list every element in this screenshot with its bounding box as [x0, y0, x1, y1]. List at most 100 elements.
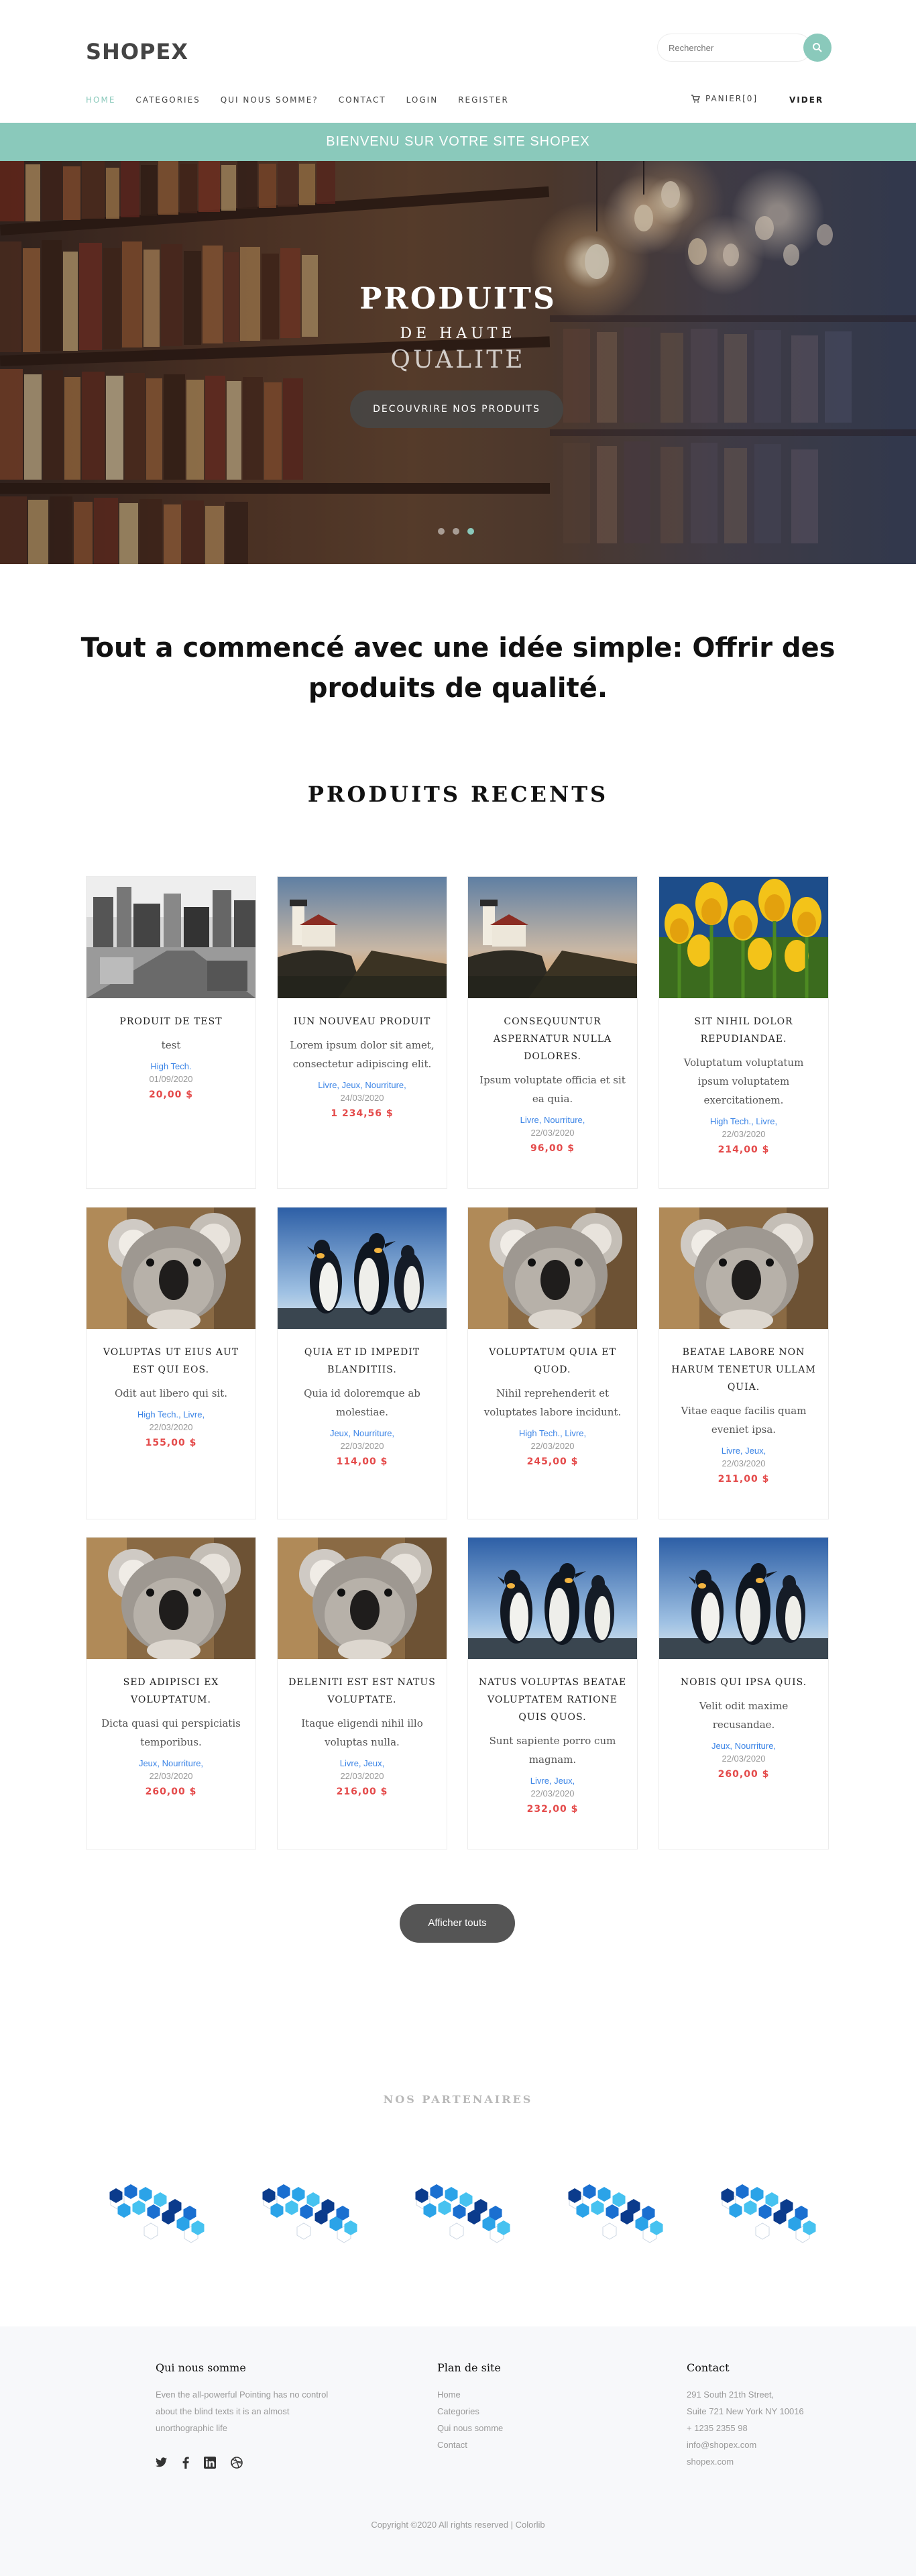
footer-link-categories[interactable]: Categories — [437, 2403, 503, 2420]
show-all-button[interactable]: Afficher touts — [400, 1904, 515, 1943]
product-image — [659, 1208, 828, 1331]
product-image-wrapper[interactable] — [87, 1208, 255, 1331]
recent-products-title: PRODUITS RECENTS — [307, 782, 609, 807]
nav-home[interactable]: HOME — [86, 95, 115, 105]
product-image-wrapper[interactable] — [278, 877, 447, 998]
product-image-wrapper[interactable] — [468, 1538, 637, 1659]
slider-dot-3[interactable] — [467, 528, 474, 535]
facebook-icon[interactable] — [182, 2457, 189, 2469]
product-title[interactable]: IUN NOUVEAU PRODUIT — [287, 1013, 437, 1030]
product-info: SIT NIHIL DOLOR REPUDIANDAE. Voluptatum v… — [659, 998, 828, 1155]
product-title[interactable]: QUIA ET ID IMPEDIT BLANDITIIS. — [287, 1344, 437, 1379]
product-title[interactable]: CONSEQUUNTUR ASPERNATUR NULLA DOLORES. — [477, 1013, 628, 1065]
product-categories[interactable]: High Tech. — [96, 1061, 246, 1071]
product-image-wrapper[interactable] — [659, 1208, 828, 1331]
footer-sitemap: Plan de site Home Categories Qui nous so… — [437, 2361, 503, 2453]
product-categories[interactable]: Jeux, Nourriture, — [96, 1758, 246, 1768]
product-image — [468, 1538, 637, 1659]
product-title[interactable]: SED ADIPISCI EX VOLUPTATUM. — [96, 1674, 246, 1709]
product-card[interactable]: DELENITI EST EST NATUS VOLUPTATE. Itaque … — [277, 1537, 447, 1849]
footer-address-line-1: 291 South 21th Street, — [687, 2390, 775, 2400]
product-categories[interactable]: Livre, Jeux, — [669, 1446, 819, 1456]
product-card[interactable]: CONSEQUUNTUR ASPERNATUR NULLA DOLORES. Ip… — [467, 876, 638, 1189]
product-title[interactable]: NOBIS QUI IPSA QUIS. — [669, 1674, 819, 1691]
product-title[interactable]: PRODUIT DE TEST — [96, 1013, 246, 1030]
product-card[interactable]: QUIA ET ID IMPEDIT BLANDITIIS. Quia id do… — [277, 1207, 447, 1519]
cart-link[interactable]: PANIER[0] — [691, 94, 758, 103]
hero-subtitle-2: QUALITE — [390, 346, 526, 374]
footer-about-text-2: about the blind texts it is an almost — [156, 2406, 290, 2416]
product-categories[interactable]: Livre, Jeux, Nourriture, — [287, 1080, 437, 1090]
partner-logo[interactable] — [257, 2177, 364, 2251]
product-title[interactable]: BEATAE LABORE NON HARUM TENETUR ULLAM QU… — [669, 1344, 819, 1396]
product-card[interactable]: VOLUPTAS UT EIUS AUT EST QUI EOS. Odit au… — [86, 1207, 256, 1519]
product-price: 1 234,56 $ — [331, 1108, 394, 1119]
product-card[interactable]: SED ADIPISCI EX VOLUPTATUM. Dicta quasi q… — [86, 1537, 256, 1849]
product-image-wrapper[interactable] — [659, 877, 828, 998]
product-categories[interactable]: Livre, Nourriture, — [477, 1115, 628, 1125]
product-card[interactable]: NOBIS QUI IPSA QUIS. Velit odit maxime re… — [659, 1537, 829, 1849]
footer-about: Qui nous somme Even the all-powerful Poi… — [156, 2361, 328, 2469]
product-categories[interactable]: Livre, Jeux, — [477, 1776, 628, 1786]
footer-link-home[interactable]: Home — [437, 2386, 503, 2403]
product-categories[interactable]: High Tech., Livre, — [477, 1428, 628, 1438]
partner-logo-image — [568, 2184, 663, 2243]
product-title[interactable]: VOLUPTATUM QUIA ET QUOD. — [477, 1344, 628, 1379]
discover-products-button[interactable]: DECOUVRIRE NOS PRODUITS — [350, 390, 563, 428]
partner-logo[interactable] — [715, 2177, 823, 2251]
product-title[interactable]: DELENITI EST EST NATUS VOLUPTATE. — [287, 1674, 437, 1709]
product-date: 22/03/2020 — [722, 1129, 766, 1139]
product-image-wrapper[interactable] — [87, 1538, 255, 1661]
product-image — [278, 877, 447, 998]
product-card[interactable]: BEATAE LABORE NON HARUM TENETUR ULLAM QU… — [659, 1207, 829, 1519]
partner-logo[interactable] — [104, 2177, 211, 2251]
slider-dot-2[interactable] — [453, 528, 459, 535]
product-image-wrapper[interactable] — [87, 877, 255, 998]
product-image-wrapper[interactable] — [468, 877, 637, 998]
footer-email[interactable]: info@shopex.com — [687, 2436, 804, 2453]
product-info: DELENITI EST EST NATUS VOLUPTATE. Itaque … — [278, 1659, 447, 1797]
product-categories[interactable]: Livre, Jeux, — [287, 1758, 437, 1768]
product-categories[interactable]: High Tech., Livre, — [96, 1409, 246, 1419]
product-categories[interactable]: Jeux, Nourriture, — [669, 1741, 819, 1751]
product-image-wrapper[interactable] — [659, 1538, 828, 1659]
hero-slider: PRODUITS DE HAUTE QUALITE DECOUVRIRE NOS… — [0, 161, 916, 564]
nav-contact[interactable]: CONTACT — [339, 95, 386, 105]
product-card[interactable]: PRODUIT DE TEST test High Tech. 01/09/2020 2… — [86, 876, 256, 1189]
site-logo[interactable]: SHOPEX — [86, 39, 188, 64]
product-card[interactable]: NATUS VOLUPTAS BEATAE VOLUPTATEM RATIONE… — [467, 1537, 638, 1849]
nav-register[interactable]: REGISTER — [458, 95, 509, 105]
footer-link-contact[interactable]: Contact — [437, 2436, 503, 2453]
nav-about[interactable]: QUI NOUS SOMME? — [221, 95, 319, 105]
product-card[interactable]: IUN NOUVEAU PRODUIT Lorem ipsum dolor sit… — [277, 876, 447, 1189]
product-card[interactable]: SIT NIHIL DOLOR REPUDIANDAE. Voluptatum v… — [659, 876, 829, 1189]
product-title[interactable]: NATUS VOLUPTAS BEATAE VOLUPTATEM RATIONE… — [477, 1674, 628, 1726]
product-categories[interactable]: High Tech., Livre, — [669, 1116, 819, 1126]
partner-logo[interactable] — [410, 2177, 517, 2251]
search-input[interactable] — [657, 34, 811, 62]
footer-phone[interactable]: + 1235 2355 98 — [687, 2420, 804, 2436]
footer-link-about[interactable]: Qui nous somme — [437, 2420, 503, 2436]
partner-logo[interactable] — [563, 2177, 670, 2251]
nav-login[interactable]: LOGIN — [406, 95, 439, 105]
search-button[interactable] — [803, 34, 832, 62]
product-categories[interactable]: Jeux, Nourriture, — [287, 1428, 437, 1438]
product-card[interactable]: VOLUPTATUM QUIA ET QUOD. Nihil reprehende… — [467, 1207, 638, 1519]
linkedin-icon[interactable] — [204, 2457, 216, 2469]
twitter-icon[interactable] — [156, 2457, 168, 2468]
product-image-wrapper[interactable] — [278, 1538, 447, 1661]
dribbble-icon[interactable] — [231, 2457, 243, 2469]
product-image-wrapper[interactable] — [468, 1208, 637, 1331]
product-date: 22/03/2020 — [149, 1771, 193, 1781]
product-title[interactable]: VOLUPTAS UT EIUS AUT EST QUI EOS. — [96, 1344, 246, 1379]
slider-dot-1[interactable] — [438, 528, 445, 535]
nav-categories[interactable]: CATEGORIES — [135, 95, 200, 105]
partner-logo-image — [262, 2184, 357, 2243]
footer-website[interactable]: shopex.com — [687, 2453, 804, 2470]
empty-cart-link[interactable]: VIDER — [789, 95, 823, 105]
product-description: Vitae eaque facilis quam eveniet ipsa. — [681, 1405, 807, 1436]
search-form — [657, 34, 832, 62]
footer-sitemap-heading: Plan de site — [437, 2361, 501, 2374]
product-image-wrapper[interactable] — [278, 1208, 447, 1329]
product-title[interactable]: SIT NIHIL DOLOR REPUDIANDAE. — [669, 1013, 819, 1048]
